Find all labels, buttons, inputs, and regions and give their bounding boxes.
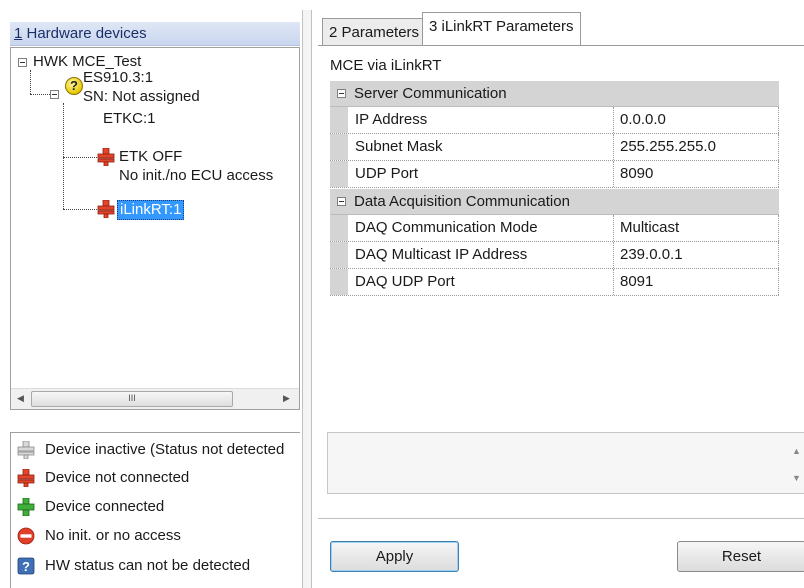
description-area: ▲ ▼ — [327, 432, 804, 494]
tab-parameters[interactable]: 2 Parameters — [322, 18, 427, 46]
tree-item-etk-off[interactable]: ETK OFF — [119, 148, 182, 166]
property-name: Subnet Mask — [355, 138, 443, 155]
tree-item-es910[interactable]: ES910.3:1 — [83, 69, 153, 87]
plug-green-icon — [17, 498, 35, 516]
legend-label: No init. or no access — [45, 527, 181, 544]
button-separator — [318, 518, 804, 519]
property-value-ip-address[interactable]: 0.0.0.0 — [620, 107, 666, 133]
root-collapse-toggle[interactable] — [18, 58, 27, 67]
tab-divider — [318, 45, 804, 46]
group-server-communication[interactable]: Server Communication — [330, 81, 779, 107]
scroll-down-arrow-icon[interactable]: ▼ — [792, 473, 801, 483]
property-row-daq-mode[interactable]: DAQ Communication Mode Multicast — [330, 215, 779, 242]
plug-red-icon — [97, 200, 115, 218]
es910-collapse-toggle[interactable] — [50, 90, 59, 99]
reset-button[interactable]: Reset — [677, 541, 804, 572]
tree-item-ilinkrt[interactable]: iLinkRT:1 — [117, 200, 185, 220]
svg-text:?: ? — [22, 559, 30, 574]
scroll-grip: III — [128, 393, 136, 403]
data-acquisition-collapse-toggle[interactable] — [337, 197, 346, 206]
plug-gray-icon — [17, 441, 35, 459]
description-scrollbar[interactable]: ▲ ▼ — [786, 433, 804, 493]
group-label: Server Communication — [354, 85, 507, 102]
property-value-daq-multicast-ip[interactable]: 239.0.0.1 — [620, 242, 683, 268]
property-name: DAQ Multicast IP Address — [355, 246, 528, 263]
question-box-icon: ? — [17, 557, 35, 575]
property-row-ip-address[interactable]: IP Address 0.0.0.0 — [330, 107, 779, 134]
property-value-udp-port[interactable]: 8090 — [620, 161, 653, 187]
tree-horizontal-scrollbar[interactable]: ◀ III ▶ — [11, 388, 299, 409]
plug-red-icon — [17, 469, 35, 487]
tab-ilinkrt-parameters[interactable]: 3 iLinkRT Parameters — [422, 12, 581, 46]
scroll-left-arrow-icon[interactable]: ◀ — [17, 393, 24, 404]
legend-label: HW status can not be detected — [45, 557, 251, 574]
apply-button[interactable]: Apply — [330, 541, 459, 572]
property-row-subnet-mask[interactable]: Subnet Mask 255.255.255.0 — [330, 134, 779, 161]
scroll-right-arrow-icon[interactable]: ▶ — [283, 393, 290, 404]
no-entry-icon — [17, 527, 35, 545]
pane-splitter[interactable] — [302, 10, 312, 588]
property-name: UDP Port — [355, 165, 419, 182]
hardware-tree: HWK MCE_Test ? ES910.3:1 SN: Not assigne… — [10, 47, 300, 410]
legend-label: Device connected — [45, 498, 165, 515]
etkc-label: ETKC:1 — [103, 110, 156, 127]
hardware-devices-title: Hardware devices — [22, 25, 147, 42]
etk-status-label: No init./no ECU access — [119, 167, 274, 184]
property-value-subnet-mask[interactable]: 255.255.255.0 — [620, 134, 716, 160]
property-value-daq-udp-port[interactable]: 8091 — [620, 269, 653, 295]
property-name: IP Address — [355, 111, 428, 128]
property-name: DAQ Communication Mode — [355, 219, 538, 236]
status-legend: Device inactive (Status not detected Dev… — [10, 432, 300, 588]
legend-label: Device not connected — [45, 469, 190, 486]
legend-label: Device inactive (Status not detected — [45, 441, 285, 458]
hardware-devices-header: 1 Hardware devices — [10, 22, 300, 46]
group-label: Data Acquisition Communication — [354, 193, 570, 210]
scroll-thumb[interactable]: III — [31, 391, 233, 407]
property-row-daq-multicast-ip[interactable]: DAQ Multicast IP Address 239.0.0.1 — [330, 242, 779, 269]
property-row-udp-port[interactable]: UDP Port 8090 — [330, 161, 779, 188]
panel-title: MCE via iLinkRT — [330, 57, 442, 74]
scroll-up-arrow-icon[interactable]: ▲ — [792, 446, 801, 456]
group-data-acquisition-communication[interactable]: Data Acquisition Communication — [330, 189, 779, 215]
server-communication-collapse-toggle[interactable] — [337, 89, 346, 98]
tab-strip: 2 Parameters 3 iLinkRT Parameters — [318, 10, 804, 46]
plug-red-icon — [97, 148, 115, 166]
es910-serial-label: SN: Not assigned — [83, 88, 200, 105]
property-value-daq-mode[interactable]: Multicast — [620, 215, 679, 241]
property-name: DAQ UDP Port — [355, 273, 455, 290]
question-status-icon: ? — [65, 77, 83, 95]
property-row-daq-udp-port[interactable]: DAQ UDP Port 8091 — [330, 269, 779, 296]
